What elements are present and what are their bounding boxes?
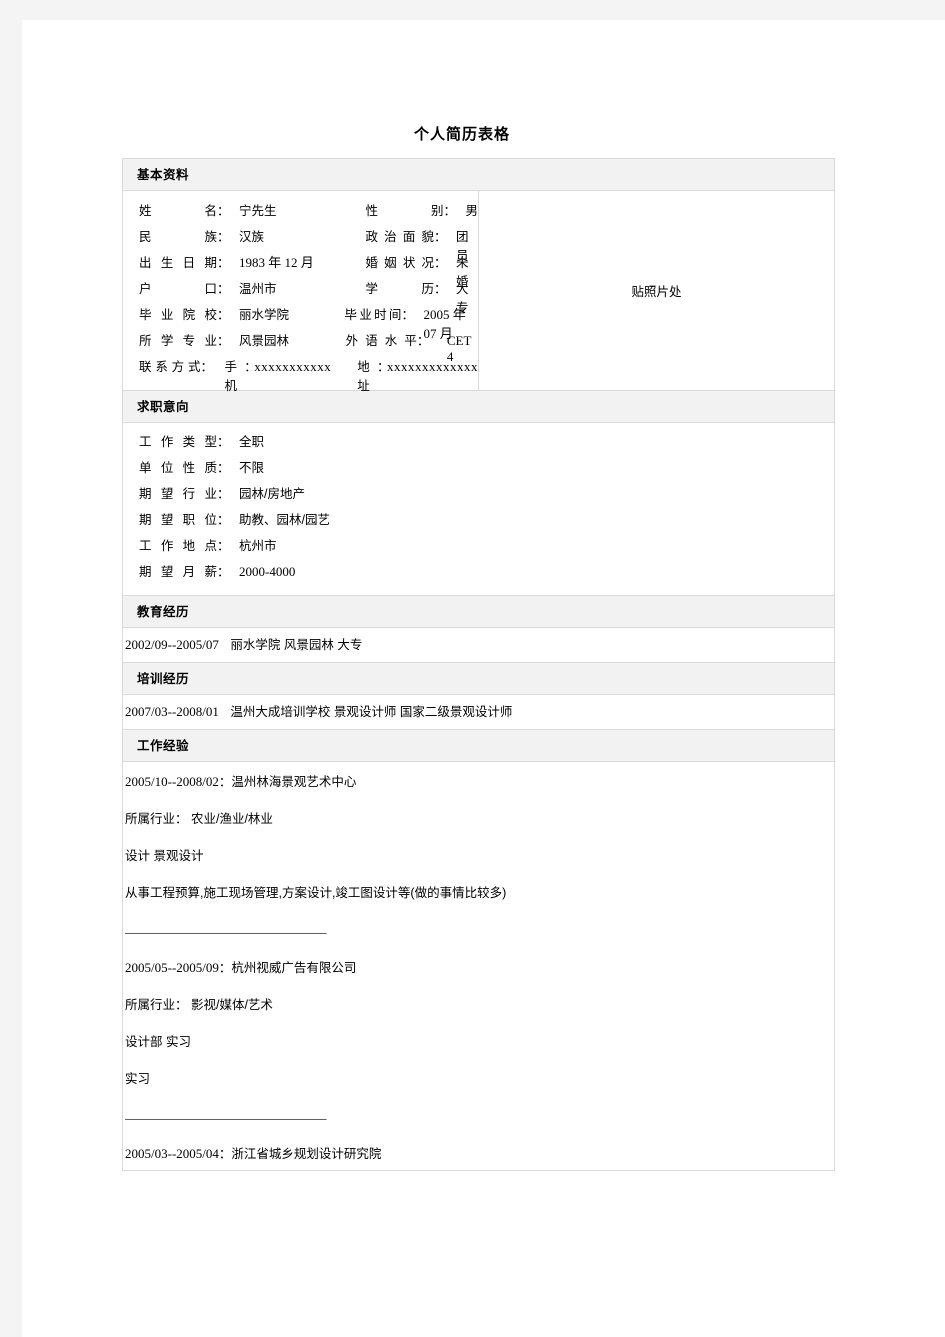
label-birthdate: 出生日期 [139,256,217,270]
work-entry-2-industry: 所属行业： 影视/媒体/艺术 [125,998,273,1012]
education-entry: 2002/09--2005/07 丽水学院 风景园林 大专 [122,627,835,663]
label-gender: 性 别 [365,204,444,218]
intent-row-industry: 期望行业： 园林/房地产 [123,483,834,509]
table-row-work-body: 2005/10--2008/02：温州林海景观艺术中心 所属行业： 农业/渔业/… [122,761,835,1171]
label-contact: 联系方式 [139,360,201,374]
table-row-basic-body: 姓 名： 宁先生 性 别： 男 民 族： 汉族 政治面貌： 团员 出生日期 ： … [122,190,835,393]
section-heading-education: 教育经历 [122,595,835,628]
table-row-basic-heading: 基本资料 [122,158,835,191]
work-entry-2-department: 设计部 实习 [125,1035,191,1049]
value-expected-industry: 园林/房地产 [239,487,305,501]
work-entry-1-date: 2005/10--2008/02 [125,774,219,789]
intent-row-position: 期望职位： 助教、园林/园艺 [123,509,834,535]
value-address: xxxxxxxxxxxxx [387,359,478,374]
work-entry-3-company: ：浙江省城乡规划设计研究院 [218,1147,382,1161]
label-work-location: 工作地点 [139,539,217,553]
work-entry-3-header: 2005/03--2005/04：浙江省城乡规划设计研究院 [125,1146,832,1162]
document-page: 个人简历表格 基本资料 姓 名： 宁先生 性 别： 男 民 族 ： 汉族 政治面… [22,20,945,1337]
education-entry-text: 丽水学院 风景园林 大专 [230,638,363,652]
label-expected-industry: 期望行业 [139,487,217,501]
work-entry-3-date: 2005/03--2005/04 [125,1146,219,1161]
section-heading-intention: 求职意向 [122,390,835,423]
work-entry-1-description: 从事工程预算,施工现场管理,方案设计,竣工图设计等(做的事情比较多) [125,886,507,900]
info-row-household: 户 口： 温州市 学 历： 大专 [123,278,478,315]
label-marital-status: 婚姻状况 [365,256,435,270]
work-entry-2-company: ：杭州视威广告有限公司 [218,961,357,975]
label-education-level: 学 历 [365,282,435,296]
info-row-major: 所学专业： 风景园林 外语水平： CET 4 [123,330,478,364]
label-political-status: 政治面貌 [365,230,435,244]
value-gender: 男 [465,204,478,218]
value-phone: xxxxxxxxxxx [254,359,332,374]
table-row-work-heading: 工作经验 [122,729,835,762]
value-major: 风景园林 [239,334,290,348]
value-expected-salary: 2000-4000 [239,564,296,579]
work-entry-2-header: 2005/05--2005/09：杭州视威广告有限公司 [125,960,832,976]
label-phone: 手机 [224,360,238,393]
basic-info-cell: 姓 名： 宁先生 性 别： 男 民 族： 汉族 政治面貌： 团员 出生日期 ： … [122,190,479,393]
photo-placeholder-label: 贴照片处 [631,285,682,299]
page-title: 个人简历表格 [413,125,510,143]
work-entry-2-date: 2005/05--2005/09 [125,960,219,975]
work-entry-1-industry: 所属行业： 农业/渔业/林业 [125,812,273,826]
section-heading-training: 培训经历 [122,662,835,695]
table-row-training-heading: 培训经历 [122,662,835,695]
value-company-type: 不限 [239,461,265,475]
training-entry-date: 2007/03--2008/01 [125,704,219,719]
training-entry: 2007/03--2008/01 温州大成培训学校 景观设计师 国家二级景观设计… [122,694,835,730]
work-separator-1: _______________________________ [125,923,327,935]
value-expected-position: 助教、园林/园艺 [239,513,330,527]
work-separator-2: _______________________________ [125,1109,327,1121]
info-row-birthdate: 出生日期： 1983 年 12 月 婚姻状况： 未婚 [123,252,478,289]
label-address: 地址 [357,360,370,393]
work-entry-2-description: 实习 [125,1072,151,1086]
table-row-training-body: 2007/03--2008/01 温州大成培训学校 景观设计师 国家二级景观设计… [122,694,835,730]
label-ethnicity: 民 族 [139,230,217,244]
value-work-type: 全职 [239,435,265,449]
label-graduation-date: 毕业时间 [344,308,402,322]
info-row-name: 姓 名： 宁先生 性 别： 男 [123,200,478,226]
work-entry-1-header: 2005/10--2008/02：温州林海景观艺术中心 [125,774,832,790]
value-birthdate: 1983 年 12 月 [239,255,314,270]
label-school: 毕业院校 [139,308,217,322]
value-ethnicity: 汉族 [239,230,265,244]
work-experience-cell: 2005/10--2008/02：温州林海景观艺术中心 所属行业： 农业/渔业/… [122,761,835,1171]
label-name: 姓 名 [139,204,217,218]
table-row-intention-body: 工作类型： 全职 单位性质： 不限 期望行业： 园林/房地产 期望职位： 助教、… [122,422,835,596]
intent-row-company-type: 单位性质： 不限 [123,457,834,483]
training-entry-text: 温州大成培训学校 景观设计师 国家二级景观设计师 [230,705,513,719]
label-expected-position: 期望职位 [139,513,217,527]
photo-placeholder-cell: 贴照片处 [478,190,835,391]
label-foreign-language: 外语水平 [345,334,417,348]
section-heading-basic: 基本资料 [122,158,835,191]
label-household: 户 口 [139,282,217,296]
value-school: 丽水学院 [239,308,290,322]
label-major: 所学专业 [139,334,217,348]
label-work-type: 工作类型 [139,435,217,449]
intent-row-salary: 期望月薪： 2000-4000 [123,561,834,587]
table-row-intention-heading: 求职意向 [122,390,835,423]
table-row-education-body: 2002/09--2005/07 丽水学院 风景园林 大专 [122,627,835,663]
table-row-education-heading: 教育经历 [122,595,835,628]
work-entry-1-company: ：温州林海景观艺术中心 [218,775,357,789]
info-row-ethnicity: 民 族： 汉族 政治面貌： 团员 [123,226,478,263]
info-row-school: 毕业院校： 丽水学院 毕业时间： 2005 年 07 月 [123,304,478,341]
education-entry-date: 2002/09--2005/07 [125,637,219,652]
info-row-contact: 联系方式： 手机： xxxxxxxxxxx 地址： xxxxxxxxxxxxx [123,356,478,393]
work-entry-1-department: 设计 景观设计 [125,849,204,863]
resume-table: 基本资料 姓 名： 宁先生 性 别： 男 民 族： 汉族 政治面貌 ： 团员 出… [122,158,835,1171]
intention-cell: 工作类型： 全职 单位性质： 不限 期望行业： 园林/房地产 期望职位： 助教、… [122,422,835,596]
value-work-location: 杭州市 [239,539,277,553]
intent-row-work-type: 工作类型： 全职 [123,431,834,457]
value-household: 温州市 [239,282,277,296]
label-expected-salary: 期望月薪 [139,565,217,579]
label-company-type: 单位性质 [139,461,217,475]
intent-row-location: 工作地点： 杭州市 [123,535,834,561]
value-name: 宁先生 [239,204,277,218]
section-heading-work: 工作经验 [122,729,835,762]
